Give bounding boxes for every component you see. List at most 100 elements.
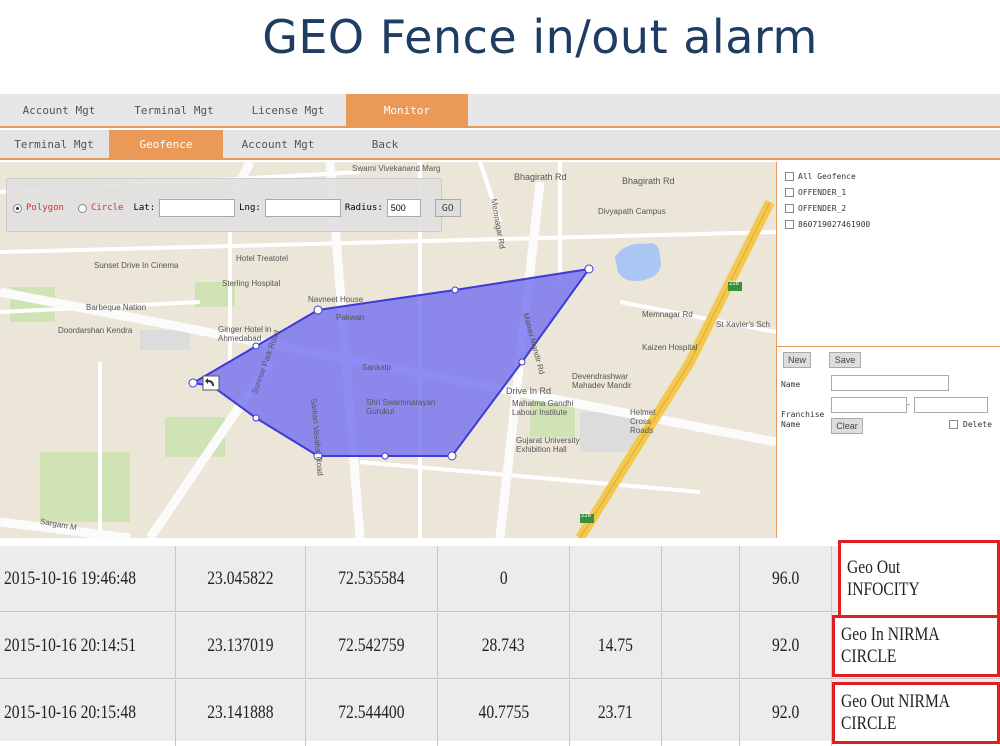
save-button[interactable]: Save xyxy=(829,352,861,368)
lat-cell: 23.137019 xyxy=(176,613,306,678)
polygon-radio[interactable] xyxy=(13,203,22,213)
map-label: Hotel Treatotel xyxy=(236,254,289,263)
speed-cell: 23.71 xyxy=(570,680,662,746)
distance-cell: 0 xyxy=(438,546,570,611)
map-label: Bhagirath Rd xyxy=(514,172,567,182)
nav-account-mgt[interactable]: Account Mgt xyxy=(0,94,118,126)
lng-input[interactable] xyxy=(264,199,341,217)
map-label: Helmet Cross Roads xyxy=(630,408,656,435)
map-label: Kaizen Hospital xyxy=(642,343,698,352)
battery-cell: 96.0 xyxy=(740,546,832,611)
status-cell: Geo Out INFOCITY xyxy=(832,539,1000,618)
map-label: Drive In Rd xyxy=(506,386,552,396)
lng-cell: 72.544400 xyxy=(306,680,438,746)
time-cell: 2015-10-16 19:46:48 xyxy=(0,546,176,611)
empty-cell xyxy=(662,613,740,678)
map-label: Swami Vivekanand Marg xyxy=(352,164,441,173)
lng-label: Lng: xyxy=(239,203,261,213)
map-label: Doordarshan Kendra xyxy=(58,326,133,335)
delete-label: Delete xyxy=(963,420,992,429)
map-label: Gujarat University Exhibition Hall xyxy=(516,436,580,454)
fence-item[interactable]: 860719027461900 xyxy=(785,216,870,232)
route-label: 228 xyxy=(581,513,592,519)
fence-list: All Geofence OFFENDER_1 OFFENDER_2 86071… xyxy=(785,168,870,232)
circle-radio[interactable] xyxy=(77,203,87,213)
fence-checkbox[interactable] xyxy=(785,219,794,229)
nav-terminal-mgt[interactable]: Terminal Mgt xyxy=(118,94,230,126)
subnav-account-mgt[interactable]: Account Mgt xyxy=(223,130,333,158)
speed-cell xyxy=(570,546,662,611)
fence-label: All Geofence xyxy=(798,171,856,181)
lng-cell: 72.535584 xyxy=(306,546,438,611)
name-label: Name xyxy=(781,380,801,389)
go-button[interactable]: GO xyxy=(434,199,461,217)
highway xyxy=(575,199,775,538)
fence-checkbox[interactable] xyxy=(785,203,794,213)
delete-checkbox[interactable] xyxy=(949,420,958,429)
radius-label: Radius: xyxy=(344,203,383,213)
fence-checkbox[interactable] xyxy=(785,171,794,181)
name-input[interactable] xyxy=(831,375,949,391)
clear-button[interactable]: Clear xyxy=(831,418,863,434)
map-label: Sankalp xyxy=(362,363,391,372)
lat-label: Lat: xyxy=(133,203,156,213)
status-cell: Geo In NIRMA CIRCLE xyxy=(832,613,1000,678)
top-nav: Account Mgt Terminal Mgt License Mgt Mon… xyxy=(0,94,1000,128)
map-label: Memnagar Rd xyxy=(642,310,693,319)
map-label: Sterling Hospital xyxy=(222,279,281,288)
time-cell: 2015-10-16 20:14:51 xyxy=(0,613,176,678)
geofence-polygon[interactable] xyxy=(190,267,592,457)
map-label: Divyapath Campus xyxy=(598,207,666,216)
draw-toolbar-row: Polygon Circle Lat: Lng: Radius: GO xyxy=(13,199,461,217)
table-row[interactable]: 2015-10-16 19:46:48 23.045822 72.535584 … xyxy=(0,539,1000,618)
map-label: Navneet House xyxy=(308,295,364,304)
radius-input[interactable] xyxy=(386,199,421,217)
lake xyxy=(615,243,661,281)
map-label: Devendrashwar Mahadev Mandir xyxy=(572,372,632,390)
table-row[interactable]: 2015-10-16 20:14:51 23.137019 72.542759 … xyxy=(0,613,1000,679)
delete-option[interactable]: Delete xyxy=(949,420,992,429)
map-label: Barbeque Nation xyxy=(86,303,147,312)
geofence-side-panel: All Geofence OFFENDER_1 OFFENDER_2 86071… xyxy=(776,162,1000,538)
map-label: Bhagirath Rd xyxy=(622,176,675,186)
status-cell: Geo Out NIRMA CIRCLE xyxy=(832,680,1000,746)
route-label: 228 xyxy=(729,281,740,287)
table-row[interactable]: 2015-10-16 20:15:48 23.141888 72.544400 … xyxy=(0,680,1000,746)
map-label: Pakwan xyxy=(336,313,365,322)
alert-highlight: Geo Out NIRMA CIRCLE xyxy=(832,682,1000,744)
park-area xyxy=(40,452,130,522)
nav-monitor[interactable]: Monitor xyxy=(346,94,468,126)
subnav-terminal-mgt[interactable]: Terminal Mgt xyxy=(0,130,108,158)
draw-toolbar: Polygon Circle Lat: Lng: Radius: GO xyxy=(6,178,461,232)
fence-label: 860719027461900 xyxy=(798,219,871,229)
range-dash: - xyxy=(906,400,911,409)
nav-license-mgt[interactable]: License Mgt xyxy=(230,94,346,126)
fence-item[interactable]: OFFENDER_2 xyxy=(785,200,870,216)
alarm-table: 2015-10-16 19:46:48 23.045822 72.535584 … xyxy=(0,539,1000,746)
subnav-geofence[interactable]: Geofence xyxy=(109,130,223,158)
franchise-input-b[interactable] xyxy=(914,397,988,413)
circle-label: Circle xyxy=(90,203,124,213)
fence-item[interactable]: OFFENDER_1 xyxy=(785,184,870,200)
distance-cell: 40.7755 xyxy=(438,680,570,746)
new-button[interactable]: New xyxy=(783,352,811,368)
polygon-label: Polygon xyxy=(26,203,64,213)
fence-checkbox[interactable] xyxy=(785,187,794,197)
empty-cell xyxy=(662,546,740,611)
fence-item-all[interactable]: All Geofence xyxy=(785,168,870,184)
battery-cell: 92.0 xyxy=(740,680,832,746)
map-label: Mahatma Gandhi Labour Institute xyxy=(512,399,574,417)
alert-highlight: Geo In NIRMA CIRCLE xyxy=(832,614,1000,677)
time-cell: 2015-10-16 20:15:48 xyxy=(0,680,176,746)
battery-cell: 92.0 xyxy=(740,613,832,678)
speed-cell: 14.75 xyxy=(570,613,662,678)
franchise-input-a[interactable] xyxy=(831,397,907,413)
distance-cell: 28.743 xyxy=(438,613,570,678)
map-canvas[interactable]: Sunset Drive In Cinema Hotel Treatotel S… xyxy=(0,162,776,538)
fence-label: OFFENDER_1 xyxy=(798,187,847,197)
lat-cell: 23.141888 xyxy=(176,680,306,746)
subnav-back[interactable]: Back xyxy=(333,130,437,158)
lat-input[interactable] xyxy=(159,199,236,217)
alert-highlight: Geo Out INFOCITY xyxy=(838,539,1000,618)
side-divider xyxy=(777,346,1000,347)
